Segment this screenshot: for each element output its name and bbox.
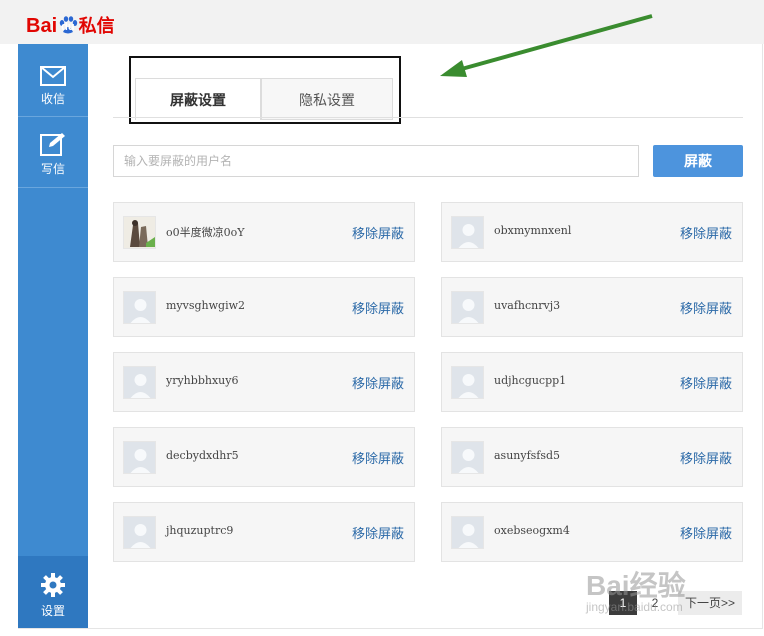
blocked-username: myvsghwgiw2 (166, 299, 246, 312)
top-bar: Bai du 私信 (0, 0, 764, 44)
avatar[interactable] (123, 216, 156, 249)
avatar[interactable] (123, 366, 156, 399)
gear-icon (41, 573, 65, 597)
unblock-link[interactable]: 移除屏蔽 (680, 298, 732, 317)
blocked-username: decbydxdhr5 (166, 449, 239, 462)
tab-privacy-settings[interactable]: 隐私设置 (261, 78, 393, 120)
unblock-link[interactable]: 移除屏蔽 (352, 223, 404, 242)
tab-block-settings[interactable]: 屏蔽设置 (135, 78, 261, 120)
tab-highlight-box: 屏蔽设置 隐私设置 (129, 56, 401, 124)
blocked-user-card: oxebseogxm4 移除屏蔽 (441, 502, 743, 562)
avatar[interactable] (123, 516, 156, 549)
blocked-user-card: obxmymnxenl 移除屏蔽 (441, 202, 743, 262)
baidu-logo[interactable]: Bai du 私信 (26, 12, 115, 38)
sidebar: 收信 写信 设置 (18, 44, 88, 628)
blocked-username: yryhbbhxuy6 (166, 374, 239, 387)
blocked-user-card: udjhcgucpp1 移除屏蔽 (441, 352, 743, 412)
mail-icon (40, 66, 66, 86)
blocked-user-card: yryhbbhxuy6 移除屏蔽 (113, 352, 415, 412)
block-username-input[interactable] (113, 145, 639, 177)
blocked-username: asunyfsfsd5 (494, 449, 561, 462)
sidebar-divider (18, 187, 88, 188)
watermark: Bai经验 jingyan.baidu.com (586, 570, 686, 614)
blocked-username: o0半度微凉0oY (166, 226, 245, 239)
blocked-username: udjhcgucpp1 (494, 374, 567, 387)
compose-icon (40, 133, 65, 156)
avatar[interactable] (451, 441, 484, 474)
blocked-username: uvafhcnrvj3 (494, 299, 561, 312)
unblock-link[interactable]: 移除屏蔽 (680, 373, 732, 392)
avatar[interactable] (451, 516, 484, 549)
avatar[interactable] (451, 291, 484, 324)
blocked-username: obxmymnxenl (494, 224, 572, 237)
settings-content: 设置 (18, 572, 88, 619)
blocked-user-card: o0半度微凉0oY 移除屏蔽 (113, 202, 415, 262)
sidebar-item-settings[interactable]: 设置 (18, 556, 88, 628)
next-page-button[interactable]: 下一页>> (678, 591, 742, 615)
unblock-link[interactable]: 移除屏蔽 (352, 373, 404, 392)
avatar[interactable] (123, 441, 156, 474)
unblock-link[interactable]: 移除屏蔽 (680, 448, 732, 467)
blocked-user-card: asunyfsfsd5 移除屏蔽 (441, 427, 743, 487)
unblock-link[interactable]: 移除屏蔽 (680, 223, 732, 242)
unblock-link[interactable]: 移除屏蔽 (680, 523, 732, 542)
avatar[interactable] (451, 366, 484, 399)
blocked-user-card: myvsghwgiw2 移除屏蔽 (113, 277, 415, 337)
unblock-link[interactable]: 移除屏蔽 (352, 523, 404, 542)
blocked-user-card: jhquzuptrc9 移除屏蔽 (113, 502, 415, 562)
avatar[interactable] (123, 291, 156, 324)
blocked-username: oxebseogxm4 (494, 524, 570, 537)
unblock-link[interactable]: 移除屏蔽 (352, 298, 404, 317)
block-button[interactable]: 屏蔽 (653, 145, 743, 177)
blocked-user-card: uvafhcnrvj3 移除屏蔽 (441, 277, 743, 337)
unblock-link[interactable]: 移除屏蔽 (352, 448, 404, 467)
blocked-username: jhquzuptrc9 (166, 524, 234, 537)
sidebar-item-inbox[interactable]: 收信 (18, 66, 88, 107)
sidebar-divider (18, 116, 88, 117)
avatar[interactable] (451, 216, 484, 249)
sidebar-item-compose[interactable]: 写信 (18, 132, 88, 177)
tab-underline (113, 117, 743, 118)
blocked-user-card: decbydxdhr5 移除屏蔽 (113, 427, 415, 487)
